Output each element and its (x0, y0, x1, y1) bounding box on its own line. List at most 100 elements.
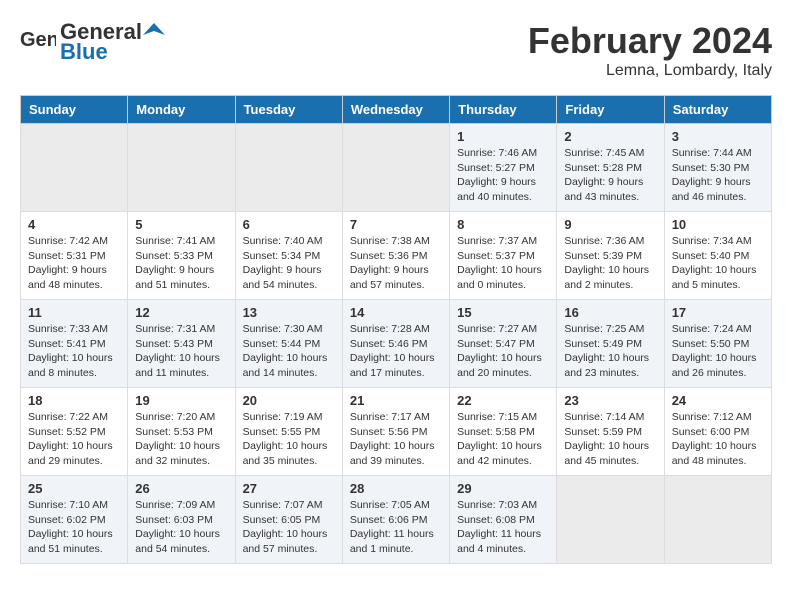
day-info: Sunrise: 7:15 AM Sunset: 5:58 PM Dayligh… (457, 410, 549, 469)
weekday-header-sunday: Sunday (21, 96, 128, 124)
day-number: 15 (457, 305, 549, 320)
calendar-day-cell: 12 Sunrise: 7:31 AM Sunset: 5:43 PM Dayli… (128, 300, 235, 388)
weekday-header-tuesday: Tuesday (235, 96, 342, 124)
title-area: February 2024 Lemna, Lombardy, Italy (528, 20, 772, 80)
location-title: Lemna, Lombardy, Italy (528, 62, 772, 80)
day-number: 14 (350, 305, 442, 320)
calendar-day-cell (664, 476, 771, 564)
calendar-day-cell: 23 Sunrise: 7:14 AM Sunset: 5:59 PM Dayli… (557, 388, 664, 476)
calendar-day-cell: 4 Sunrise: 7:42 AM Sunset: 5:31 PM Daylig… (21, 212, 128, 300)
day-info: Sunrise: 7:24 AM Sunset: 5:50 PM Dayligh… (672, 322, 764, 381)
calendar-day-cell: 18Sunrise: 7:22 AM Sunset: 5:52 PM Dayli… (21, 388, 128, 476)
calendar-day-cell: 9 Sunrise: 7:36 AM Sunset: 5:39 PM Daylig… (557, 212, 664, 300)
calendar-day-cell: 7Sunrise: 7:38 AM Sunset: 5:36 PM Daylig… (342, 212, 449, 300)
day-info: Sunrise: 7:31 AM Sunset: 5:43 PM Dayligh… (135, 322, 227, 381)
day-info: Sunrise: 7:12 AM Sunset: 6:00 PM Dayligh… (672, 410, 764, 469)
calendar-day-cell: 26 Sunrise: 7:09 AM Sunset: 6:03 PM Dayli… (128, 476, 235, 564)
day-info: Sunrise: 7:07 AM Sunset: 6:05 PM Dayligh… (243, 498, 335, 557)
calendar-day-cell: 16 Sunrise: 7:25 AM Sunset: 5:49 PM Dayli… (557, 300, 664, 388)
calendar-day-cell: 3Sunrise: 7:44 AM Sunset: 5:30 PM Daylig… (664, 124, 771, 212)
calendar-day-cell: 22 Sunrise: 7:15 AM Sunset: 5:58 PM Dayli… (450, 388, 557, 476)
day-number: 5 (135, 217, 227, 232)
day-number: 2 (564, 129, 656, 144)
day-info: Sunrise: 7:41 AM Sunset: 5:33 PM Dayligh… (135, 234, 227, 293)
calendar-day-cell: 10 Sunrise: 7:34 AM Sunset: 5:40 PM Dayli… (664, 212, 771, 300)
calendar-week-row: 18Sunrise: 7:22 AM Sunset: 5:52 PM Dayli… (21, 388, 772, 476)
weekday-header-row: SundayMondayTuesdayWednesdayThursdayFrid… (21, 96, 772, 124)
day-number: 11 (28, 305, 120, 320)
day-number: 27 (243, 481, 335, 496)
calendar: SundayMondayTuesdayWednesdayThursdayFrid… (20, 95, 772, 564)
day-number: 22 (457, 393, 549, 408)
calendar-day-cell: 5 Sunrise: 7:41 AM Sunset: 5:33 PM Daylig… (128, 212, 235, 300)
svg-text:General: General (20, 29, 56, 51)
day-number: 19 (135, 393, 227, 408)
day-info: Sunrise: 7:27 AM Sunset: 5:47 PM Dayligh… (457, 322, 549, 381)
day-number: 18 (28, 393, 120, 408)
day-number: 9 (564, 217, 656, 232)
calendar-day-cell: 11Sunrise: 7:33 AM Sunset: 5:41 PM Dayli… (21, 300, 128, 388)
calendar-week-row: 1 Sunrise: 7:46 AM Sunset: 5:27 PM Daylig… (21, 124, 772, 212)
day-number: 29 (457, 481, 549, 496)
calendar-day-cell: 1 Sunrise: 7:46 AM Sunset: 5:27 PM Daylig… (450, 124, 557, 212)
weekday-header-friday: Friday (557, 96, 664, 124)
day-info: Sunrise: 7:45 AM Sunset: 5:28 PM Dayligh… (564, 146, 656, 205)
calendar-day-cell: 14 Sunrise: 7:28 AM Sunset: 5:46 PM Dayli… (342, 300, 449, 388)
logo: General General Blue (20, 20, 165, 64)
day-info: Sunrise: 7:20 AM Sunset: 5:53 PM Dayligh… (135, 410, 227, 469)
day-number: 3 (672, 129, 764, 144)
calendar-week-row: 11Sunrise: 7:33 AM Sunset: 5:41 PM Dayli… (21, 300, 772, 388)
day-info: Sunrise: 7:28 AM Sunset: 5:46 PM Dayligh… (350, 322, 442, 381)
day-info: Sunrise: 7:46 AM Sunset: 5:27 PM Dayligh… (457, 146, 549, 205)
day-number: 4 (28, 217, 120, 232)
day-info: Sunrise: 7:19 AM Sunset: 5:55 PM Dayligh… (243, 410, 335, 469)
weekday-header-wednesday: Wednesday (342, 96, 449, 124)
calendar-day-cell (21, 124, 128, 212)
day-number: 16 (564, 305, 656, 320)
day-number: 25 (28, 481, 120, 496)
day-number: 12 (135, 305, 227, 320)
calendar-day-cell: 27 Sunrise: 7:07 AM Sunset: 6:05 PM Dayli… (235, 476, 342, 564)
calendar-day-cell: 15 Sunrise: 7:27 AM Sunset: 5:47 PM Dayli… (450, 300, 557, 388)
day-number: 21 (350, 393, 442, 408)
day-info: Sunrise: 7:37 AM Sunset: 5:37 PM Dayligh… (457, 234, 549, 293)
month-title: February 2024 (528, 20, 772, 62)
calendar-day-cell: 17 Sunrise: 7:24 AM Sunset: 5:50 PM Dayli… (664, 300, 771, 388)
weekday-header-saturday: Saturday (664, 96, 771, 124)
calendar-day-cell (128, 124, 235, 212)
day-info: Sunrise: 7:09 AM Sunset: 6:03 PM Dayligh… (135, 498, 227, 557)
day-number: 8 (457, 217, 549, 232)
day-info: Sunrise: 7:25 AM Sunset: 5:49 PM Dayligh… (564, 322, 656, 381)
day-info: Sunrise: 7:05 AM Sunset: 6:06 PM Dayligh… (350, 498, 442, 557)
calendar-day-cell (557, 476, 664, 564)
calendar-day-cell: 25 Sunrise: 7:10 AM Sunset: 6:02 PM Dayli… (21, 476, 128, 564)
day-info: Sunrise: 7:14 AM Sunset: 5:59 PM Dayligh… (564, 410, 656, 469)
day-number: 20 (243, 393, 335, 408)
logo-text-blue: Blue (60, 40, 165, 64)
day-number: 7 (350, 217, 442, 232)
calendar-day-cell: 20 Sunrise: 7:19 AM Sunset: 5:55 PM Dayli… (235, 388, 342, 476)
day-info: Sunrise: 7:36 AM Sunset: 5:39 PM Dayligh… (564, 234, 656, 293)
calendar-day-cell: 28 Sunrise: 7:05 AM Sunset: 6:06 PM Dayli… (342, 476, 449, 564)
weekday-header-thursday: Thursday (450, 96, 557, 124)
calendar-day-cell (235, 124, 342, 212)
day-number: 23 (564, 393, 656, 408)
calendar-day-cell: 2 Sunrise: 7:45 AM Sunset: 5:28 PM Daylig… (557, 124, 664, 212)
day-number: 1 (457, 129, 549, 144)
day-number: 17 (672, 305, 764, 320)
calendar-day-cell: 13Sunrise: 7:30 AM Sunset: 5:44 PM Dayli… (235, 300, 342, 388)
header: General General Blue February 2024 Lemna… (20, 20, 772, 80)
day-info: Sunrise: 7:10 AM Sunset: 6:02 PM Dayligh… (28, 498, 120, 557)
day-number: 10 (672, 217, 764, 232)
day-number: 26 (135, 481, 227, 496)
day-number: 24 (672, 393, 764, 408)
day-info: Sunrise: 7:42 AM Sunset: 5:31 PM Dayligh… (28, 234, 120, 293)
calendar-day-cell: 29Sunrise: 7:03 AM Sunset: 6:08 PM Dayli… (450, 476, 557, 564)
calendar-week-row: 25 Sunrise: 7:10 AM Sunset: 6:02 PM Dayli… (21, 476, 772, 564)
calendar-day-cell: 21 Sunrise: 7:17 AM Sunset: 5:56 PM Dayli… (342, 388, 449, 476)
day-number: 13 (243, 305, 335, 320)
calendar-day-cell: 19 Sunrise: 7:20 AM Sunset: 5:53 PM Dayli… (128, 388, 235, 476)
day-info: Sunrise: 7:17 AM Sunset: 5:56 PM Dayligh… (350, 410, 442, 469)
day-number: 28 (350, 481, 442, 496)
day-info: Sunrise: 7:34 AM Sunset: 5:40 PM Dayligh… (672, 234, 764, 293)
